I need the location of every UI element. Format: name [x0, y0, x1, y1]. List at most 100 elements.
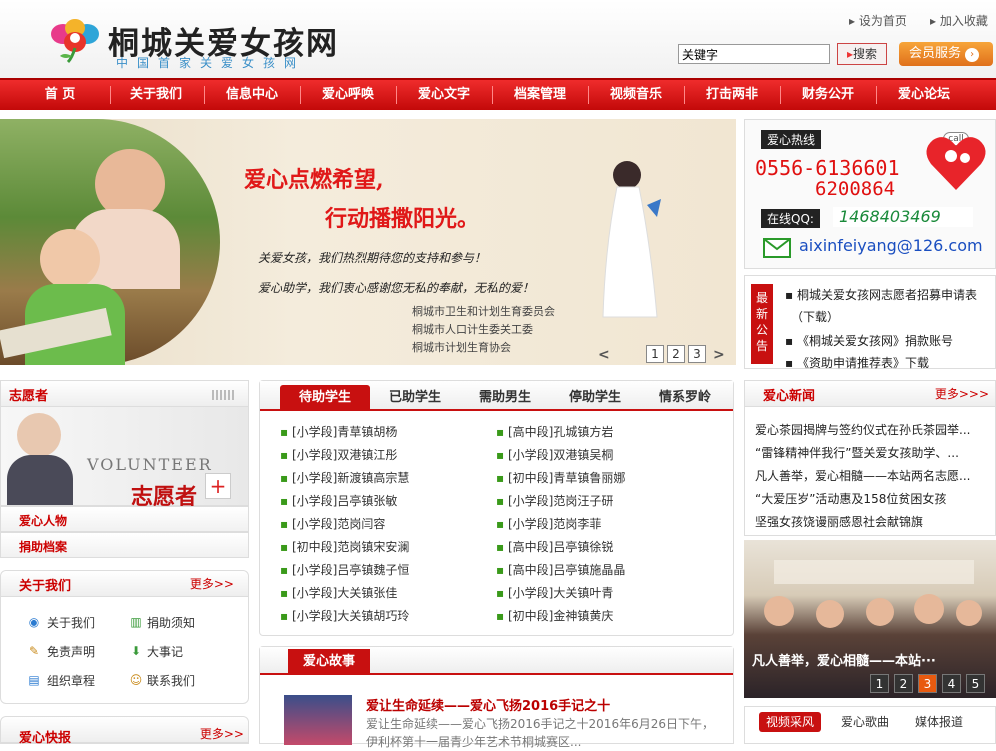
bullet-icon: ▪ — [496, 471, 508, 485]
hotline-panel: 爱心热线 0556-6136601 6200864 call 在线QQ: 146… — [744, 119, 996, 269]
student-item[interactable]: ▪ [小学段]吕亭镇魏子恒 — [280, 561, 409, 578]
photo-slider[interactable]: 凡人善举，爱心相髓——本站··· 1 2 3 4 5 — [744, 540, 996, 698]
student-item[interactable]: ▪ [初中段]金神镇黄庆 — [496, 607, 613, 624]
nav-about[interactable]: 关于我们 — [108, 80, 204, 110]
student-level: [高中段] — [507, 563, 554, 577]
contact-email[interactable]: aixinfeiyang@126.com — [799, 236, 983, 255]
student-item[interactable]: ▪ [初中段]范岗镇宋安澜 — [280, 538, 409, 555]
member-service-button[interactable]: 会员服务 › — [899, 42, 993, 66]
about-link-contact[interactable]: 联系我们 — [147, 672, 195, 689]
story-item-title[interactable]: 爱让生命延续——爱心飞扬2016手记之十 — [366, 695, 610, 714]
news-item[interactable]: 凡人善举，爱心相髓——本站两名志愿... — [755, 467, 991, 484]
news-item[interactable]: 爱心茶园揭牌与签约仪式在孙氏茶园举... — [755, 421, 991, 438]
tab-media-reports[interactable]: 媒体报道 — [909, 712, 969, 732]
photo-page-3[interactable]: 3 — [918, 674, 937, 693]
tab-helped[interactable]: 已助学生 — [370, 385, 460, 411]
news-item[interactable]: 坚强女孩饶谩丽感恩社会献锦旗 — [755, 513, 991, 530]
student-level: [小学段] — [291, 425, 338, 439]
about-more-link[interactable]: 更多>> — [190, 575, 234, 592]
tab-songs[interactable]: 爱心歌曲 — [835, 712, 895, 732]
nav-forum[interactable]: 爱心论坛 — [876, 80, 972, 110]
nav-home[interactable]: 首 页 — [12, 80, 108, 110]
student-item[interactable]: ▪ [小学段]吕亭镇张敏 — [280, 492, 397, 509]
search-input[interactable] — [678, 44, 830, 64]
student-name: 大关镇胡巧玲 — [337, 609, 410, 623]
tab-video-report[interactable]: 视频采风 — [759, 712, 821, 732]
news-box: 爱心新闻 更多>>> 爱心茶园揭牌与签约仪式在孙氏茶园举... “雷锋精神伴我行… — [744, 380, 996, 536]
nav-archive[interactable]: 档案管理 — [492, 80, 588, 110]
banner-prev-button[interactable]: < — [598, 347, 610, 363]
qq-number[interactable]: 1468403469 — [833, 207, 973, 227]
student-level: [小学段] — [291, 448, 338, 462]
slide-1-button[interactable]: 1 — [646, 345, 664, 363]
add-favorite-link[interactable]: ▸ 加入收藏 — [930, 12, 988, 29]
photo-page-1[interactable]: 1 — [870, 674, 889, 693]
student-item[interactable]: ▪ [小学段]大关镇张佳 — [280, 584, 397, 601]
bullet-icon: ▪ — [496, 563, 508, 577]
about-link-events[interactable]: 大事记 — [147, 643, 183, 660]
nav-info[interactable]: 信息中心 — [204, 80, 300, 110]
student-name: 范岗闫容 — [337, 517, 386, 531]
story-title[interactable]: 爱心故事 — [288, 649, 370, 675]
student-item[interactable]: ▪ [小学段]新渡镇高宗慧 — [280, 469, 409, 486]
nav-finance[interactable]: 财务公开 — [780, 80, 876, 110]
about-link-about[interactable]: 关于我们 — [47, 614, 95, 631]
news-flash-more-link[interactable]: 更多>> — [200, 725, 244, 742]
student-level: [小学段] — [507, 448, 554, 462]
about-link-disclaimer[interactable]: 免责声明 — [47, 643, 95, 660]
student-item[interactable]: ▪ [高中段]吕亭镇徐锐 — [496, 538, 613, 555]
student-name: 金神镇黄庆 — [553, 609, 614, 623]
student-item[interactable]: ▪ [高中段]孔城镇方岩 — [496, 423, 613, 440]
tab-luoling[interactable]: 情系罗岭 — [640, 385, 730, 411]
dots-icon — [212, 390, 234, 400]
student-item[interactable]: ▪ [初中段]青草镇鲁丽娜 — [496, 469, 625, 486]
student-item[interactable]: ▪ [高中段]吕亭镇施晶晶 — [496, 561, 625, 578]
left-row-donation[interactable]: 捐助档案 — [0, 532, 249, 558]
news-item[interactable]: “雷锋精神伴我行”暨关爱女孩助学、... — [755, 444, 991, 461]
student-name: 吕亭镇魏子恒 — [337, 563, 410, 577]
search-button[interactable]: ▸搜索 — [837, 43, 887, 65]
notice-item-1-download[interactable]: （下载） — [791, 308, 839, 325]
girl-illustration-icon — [602, 161, 661, 318]
photo-page-4[interactable]: 4 — [942, 674, 961, 693]
student-item[interactable]: ▪ [小学段]范岗闫容 — [280, 515, 385, 532]
slide-2-button[interactable]: 2 — [667, 345, 685, 363]
flower-logo-icon[interactable] — [50, 18, 100, 64]
about-link-charter[interactable]: 组织章程 — [47, 672, 95, 689]
student-item[interactable]: ▪ [小学段]双港镇江彤 — [280, 446, 397, 463]
notice-item-3[interactable]: ▪ 《资助申请推荐表》下载 — [785, 354, 929, 371]
slide-3-button[interactable]: 3 — [688, 345, 706, 363]
tab-boys[interactable]: 需助男生 — [460, 385, 550, 411]
banner-org-2: 桐城市人口计生委关工委 — [412, 323, 533, 336]
bullet-icon: ▪ — [280, 586, 292, 600]
student-item[interactable]: ▪ [小学段]双港镇吴桐 — [496, 446, 613, 463]
photo-banner-decor — [774, 560, 974, 584]
student-item[interactable]: ▪ [小学段]范岗李菲 — [496, 515, 601, 532]
student-item[interactable]: ▪ [小学段]大关镇叶青 — [496, 584, 613, 601]
left-row-people[interactable]: 爱心人物 — [0, 506, 249, 532]
volunteer-image[interactable]: VOLUNTEER 志愿者 + — [1, 407, 248, 510]
student-item[interactable]: ▪ [小学段]大关镇胡巧玲 — [280, 607, 409, 624]
notice-item-2[interactable]: ▪ 《桐城关爱女孩网》捐款账号 — [785, 332, 953, 349]
banner-next-button[interactable]: > — [713, 347, 725, 363]
student-item[interactable]: ▪ [小学段]范岗汪子研 — [496, 492, 613, 509]
tab-stopped[interactable]: 停助学生 — [550, 385, 640, 411]
banner-slider[interactable]: 爱心点燃希望, 行动播撒阳光。 关爱女孩，我们热烈期待您的支持和参与！ 爱心助学… — [0, 119, 736, 365]
story-thumbnail[interactable] — [284, 695, 352, 745]
tab-pending[interactable]: 待助学生 — [280, 385, 370, 411]
about-link-notice[interactable]: 捐助须知 — [147, 614, 195, 631]
nav-text[interactable]: 爱心文字 — [396, 80, 492, 110]
nav-crackdown[interactable]: 打击两非 — [684, 80, 780, 110]
student-item[interactable]: ▪ [小学段]青草镇胡杨 — [280, 423, 397, 440]
nav-video[interactable]: 视频音乐 — [588, 80, 684, 110]
news-more-link[interactable]: 更多>>> — [935, 385, 989, 402]
student-level: [小学段] — [291, 563, 338, 577]
student-name: 双港镇江彤 — [337, 448, 398, 462]
banner-text-2: 爱心助学，我们衷心感谢您无私的奉献，无私的爱！ — [258, 281, 535, 295]
photo-page-5[interactable]: 5 — [966, 674, 985, 693]
nav-call[interactable]: 爱心呼唤 — [300, 80, 396, 110]
photo-page-2[interactable]: 2 — [894, 674, 913, 693]
news-item[interactable]: “大爱压岁”活动惠及158位贫困女孩 — [755, 490, 991, 507]
notice-item-1[interactable]: ▪ 桐城关爱女孩网志愿者招募申请表 — [785, 286, 977, 303]
set-homepage-link[interactable]: ▸ 设为首页 — [849, 12, 907, 29]
